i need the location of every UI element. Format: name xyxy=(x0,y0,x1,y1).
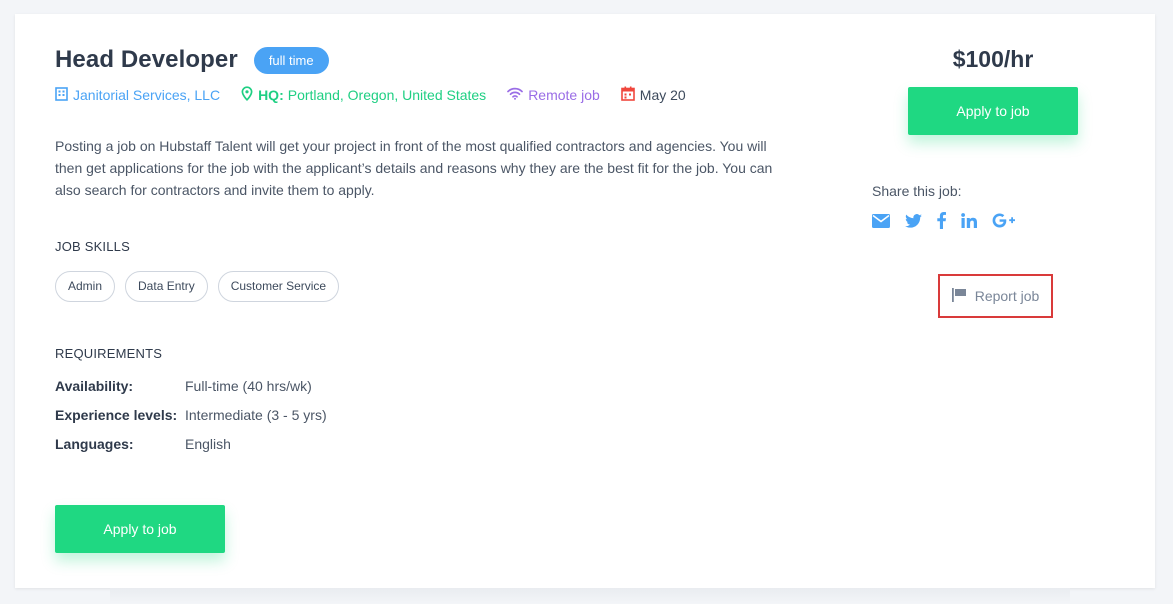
job-type-badge: full time xyxy=(253,46,329,74)
job-meta: Janitorial Services, LLC HQ: Portland, O… xyxy=(55,86,707,104)
remote-label: Remote job xyxy=(528,87,600,103)
skills-list: Admin Data Entry Customer Service xyxy=(55,271,349,302)
requirement-label: Languages: xyxy=(55,436,134,452)
report-job-button[interactable]: Report job xyxy=(938,274,1053,318)
skill-chip: Data Entry xyxy=(125,271,208,302)
company-link[interactable]: Janitorial Services, LLC xyxy=(55,86,221,104)
card-shadow xyxy=(110,588,1070,604)
apply-button-bottom[interactable]: Apply to job xyxy=(55,505,225,553)
hq-location: HQ: Portland, Oregon, United States xyxy=(241,86,486,104)
requirement-label: Experience levels: xyxy=(55,407,178,423)
share-label: Share this job: xyxy=(872,183,962,199)
calendar-icon xyxy=(620,86,640,104)
google-plus-icon[interactable] xyxy=(992,213,1016,228)
twitter-icon[interactable] xyxy=(905,213,922,228)
report-label: Report job xyxy=(974,288,1040,304)
post-date: May 20 xyxy=(620,86,686,104)
date-text: May 20 xyxy=(639,87,686,103)
requirement-row: Languages: English xyxy=(55,436,327,465)
email-icon[interactable] xyxy=(872,213,890,228)
skill-chip: Admin xyxy=(55,271,116,302)
building-icon xyxy=(55,86,73,104)
facebook-icon[interactable] xyxy=(937,212,946,229)
requirement-value: Full-time (40 hrs/wk) xyxy=(185,378,312,394)
requirement-label: Availability: xyxy=(55,378,134,394)
skills-heading: JOB SKILLS xyxy=(55,239,130,254)
requirements-table: Availability: Full-time (40 hrs/wk) Expe… xyxy=(55,378,327,465)
requirement-value: English xyxy=(185,436,231,452)
remote-tag: Remote job xyxy=(507,87,600,103)
job-title: Head Developer xyxy=(55,46,238,73)
skill-chip: Customer Service xyxy=(217,271,340,302)
map-pin-icon xyxy=(241,86,258,104)
share-icons xyxy=(872,212,1031,229)
apply-button-top[interactable]: Apply to job xyxy=(908,87,1078,135)
company-name: Janitorial Services, LLC xyxy=(73,87,221,103)
requirement-row: Availability: Full-time (40 hrs/wk) xyxy=(55,378,327,407)
wifi-icon xyxy=(507,87,528,103)
job-header: Head Developer full time xyxy=(55,46,329,74)
requirement-row: Experience levels: Intermediate (3 - 5 y… xyxy=(55,407,327,436)
linkedin-icon[interactable] xyxy=(961,213,977,228)
job-description: Posting a job on Hubstaff Talent will ge… xyxy=(55,138,773,198)
requirement-value: Intermediate (3 - 5 yrs) xyxy=(185,407,327,423)
hq-location-text: Portland, Oregon, United States xyxy=(287,87,487,103)
job-card: Head Developer full time Janitorial Serv… xyxy=(15,14,1155,588)
hq-label: HQ: xyxy=(258,87,284,103)
flag-icon xyxy=(951,287,975,305)
hourly-rate: $100/hr xyxy=(952,46,1034,72)
requirements-heading: REQUIREMENTS xyxy=(55,346,163,361)
